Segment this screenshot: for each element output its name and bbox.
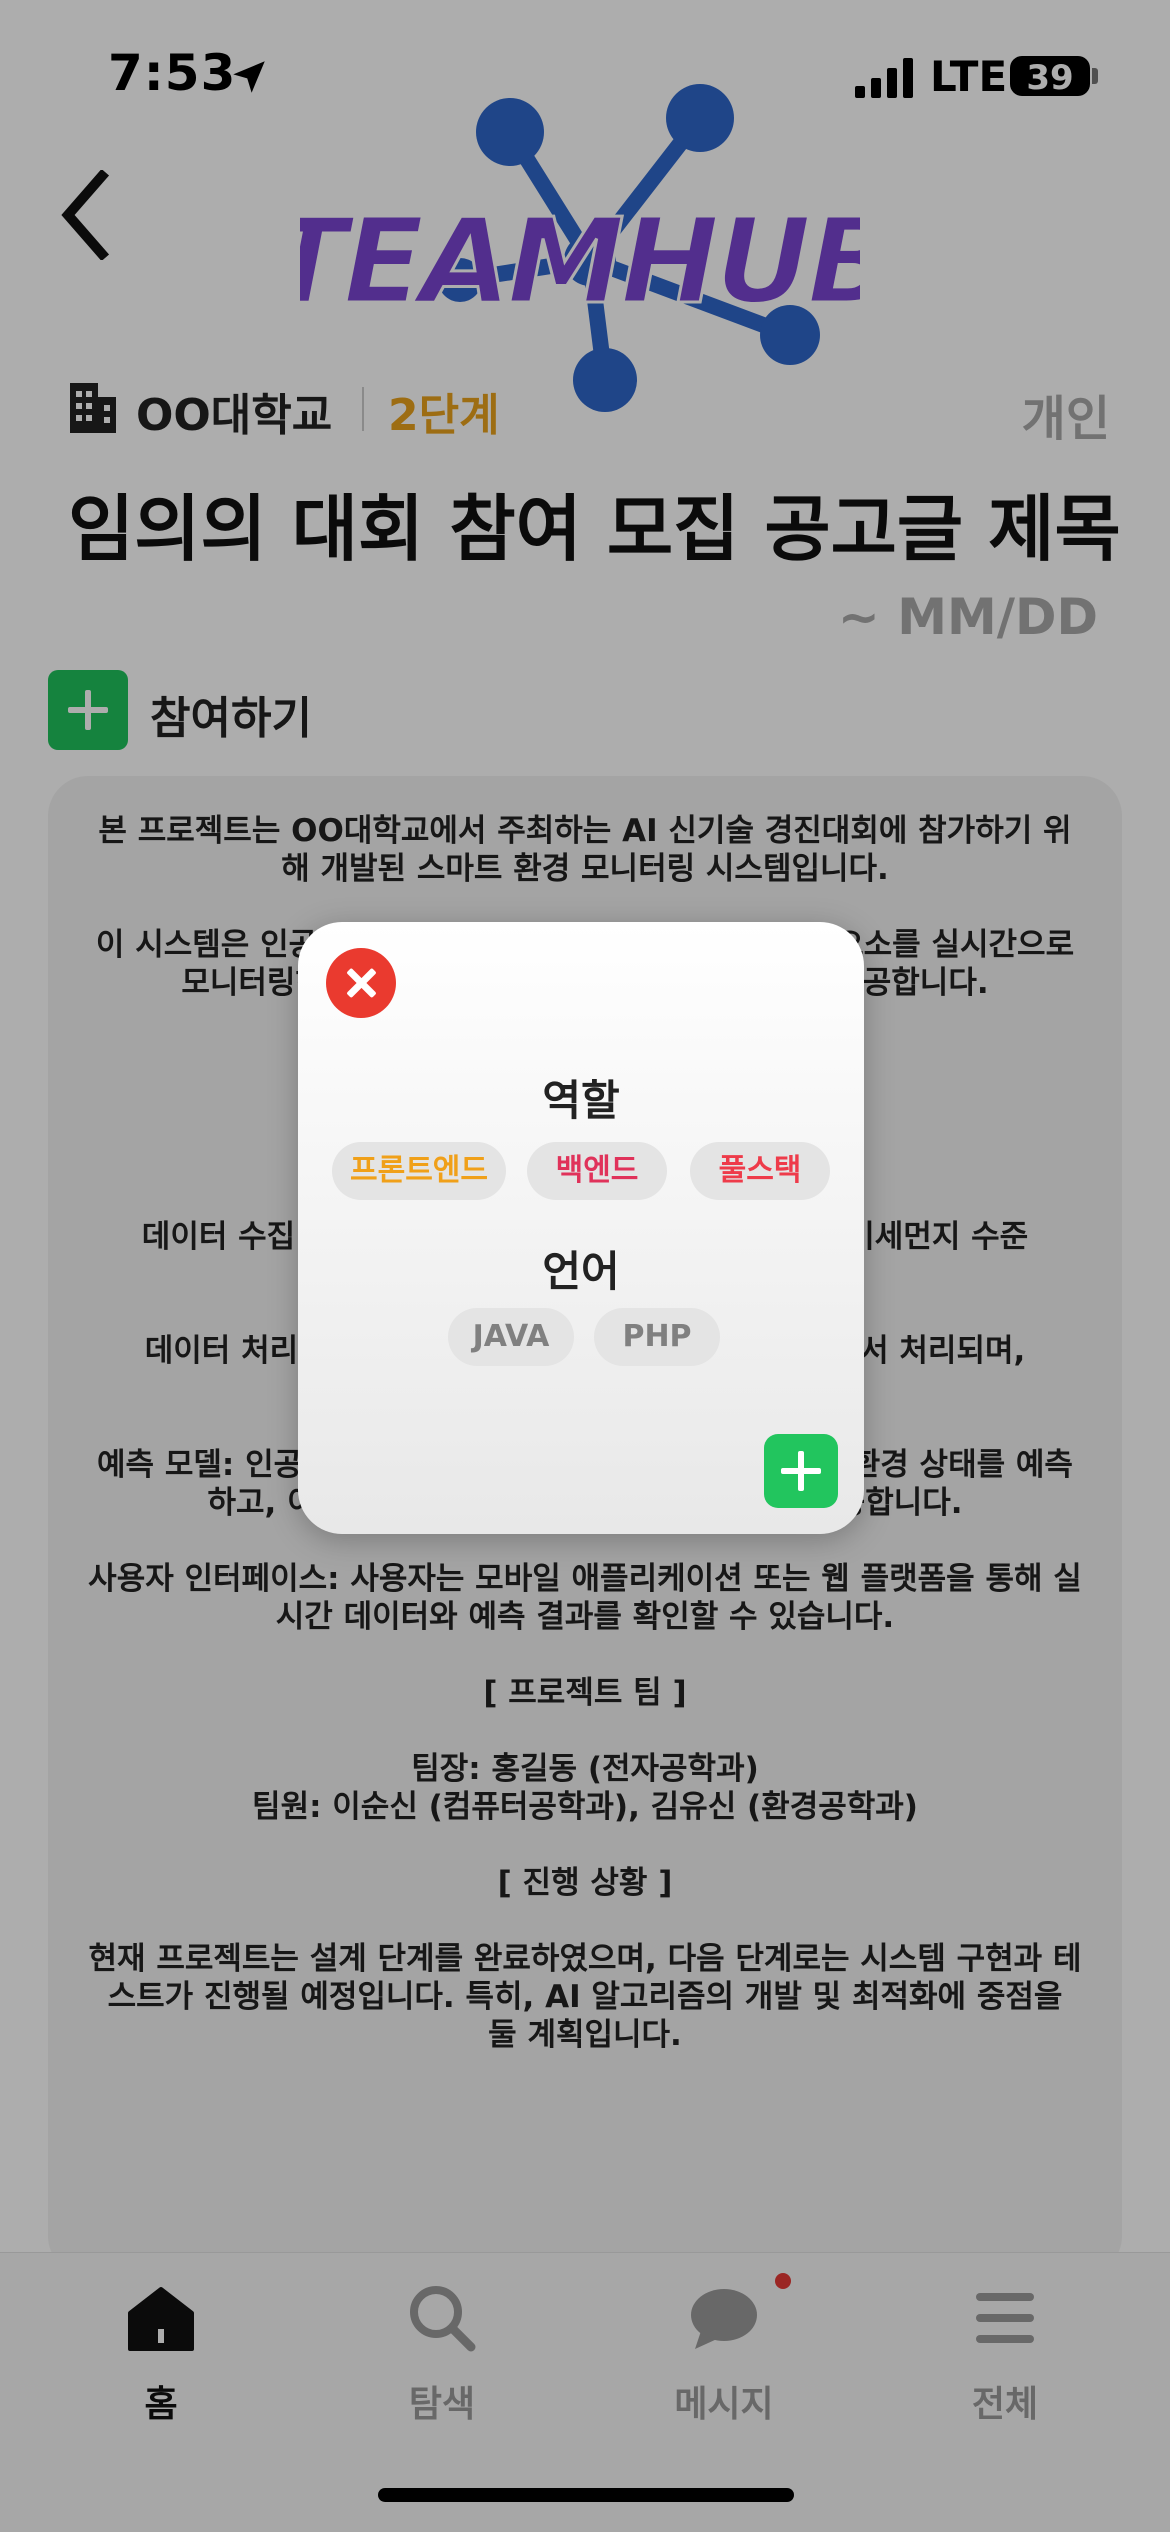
role-chip-fullstack[interactable]: 풀스택 — [690, 1142, 830, 1200]
role-chip-frontend[interactable]: 프론트엔드 — [332, 1142, 506, 1200]
role-chip-backend[interactable]: 백엔드 — [527, 1142, 667, 1200]
home-indicator — [378, 2488, 794, 2502]
language-chip-php[interactable]: PHP — [594, 1308, 720, 1366]
role-section-title: 역할 — [542, 1076, 620, 1125]
close-button[interactable] — [326, 948, 396, 1018]
join-options-modal: 역할 프론트엔드 백엔드 풀스택 언어 JAVA PHP — [298, 922, 864, 1534]
add-button[interactable] — [764, 1434, 838, 1508]
language-chip-java[interactable]: JAVA — [448, 1308, 574, 1366]
language-section-title: 언어 — [542, 1247, 620, 1296]
plus-icon-bar — [781, 1468, 821, 1474]
